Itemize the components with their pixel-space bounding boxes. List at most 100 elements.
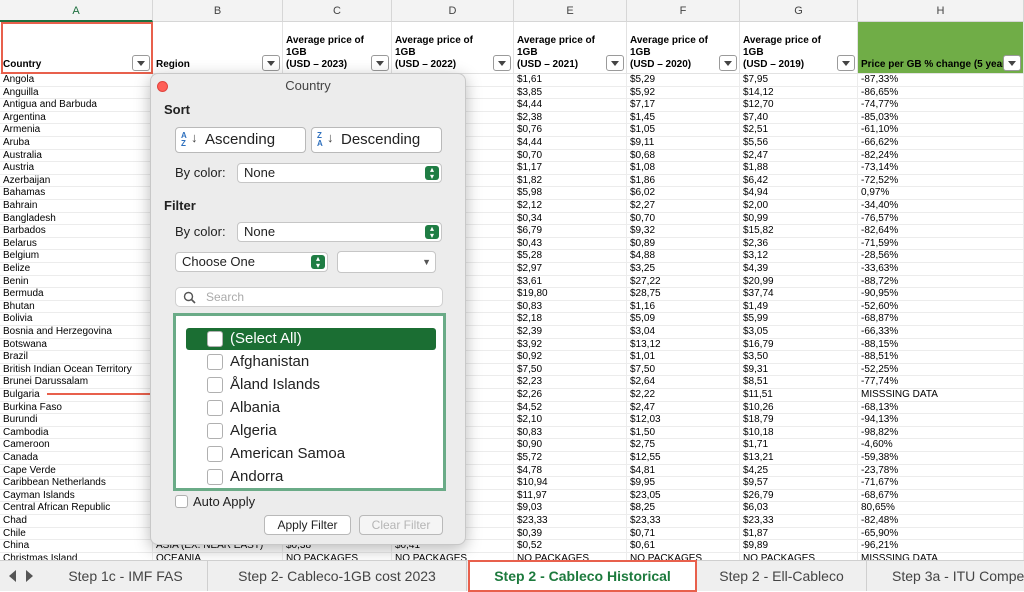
table-cell[interactable]: OCEANIA [153,552,283,560]
table-cell[interactable]: $6,02 [627,187,740,200]
table-cell[interactable]: -88,51% [858,351,1024,364]
table-cell[interactable]: $12,03 [627,414,740,427]
sheet-tab[interactable]: Step 3a - ITU Compe [867,561,1024,591]
column-header-g[interactable]: G [740,0,858,22]
table-cell[interactable]: $1,01 [627,351,740,364]
filter-dropdown-button[interactable] [262,55,280,71]
table-cell[interactable]: -52,60% [858,300,1024,314]
table-cell[interactable]: Bulgaria [0,389,153,402]
table-cell[interactable]: -33,63% [858,263,1024,276]
table-cell[interactable]: $5,92 [627,86,740,100]
header-avg-2019[interactable]: Average price of 1GB (USD – 2019) [740,22,858,74]
table-cell[interactable]: $4,39 [740,263,858,276]
table-cell[interactable]: -68,13% [858,401,1024,415]
table-cell[interactable]: $0,39 [514,527,627,541]
filter-dropdown-button[interactable] [1003,55,1021,71]
column-header-a[interactable]: A [0,0,153,22]
table-cell[interactable]: Australia [0,149,153,163]
table-cell[interactable]: Armenia [0,124,153,137]
table-cell[interactable]: $27,22 [627,275,740,289]
table-cell[interactable]: $2,97 [514,263,627,276]
table-cell[interactable]: $6,42 [740,174,858,188]
table-cell[interactable]: $1,71 [740,439,858,452]
table-cell[interactable]: NO PACKAGES [514,552,627,560]
table-cell[interactable]: $2,47 [627,401,740,415]
table-cell[interactable]: $26,79 [740,489,858,503]
checkbox[interactable] [207,354,223,370]
next-sheet-icon[interactable] [26,570,33,582]
table-cell[interactable]: -72,52% [858,174,1024,188]
table-cell[interactable]: Christmas Island [0,552,153,560]
table-cell[interactable]: Austria [0,162,153,175]
table-cell[interactable]: $1,05 [627,124,740,137]
filter-dropdown-button[interactable] [719,55,737,71]
table-cell[interactable]: $2,27 [627,200,740,213]
header-price-change[interactable]: Price per GB % change (5 years) [858,22,1024,74]
table-cell[interactable]: -68,67% [858,489,1024,503]
table-cell[interactable]: $3,50 [740,351,858,364]
table-cell[interactable]: $9,95 [627,477,740,490]
table-cell[interactable]: Bahamas [0,187,153,200]
table-cell[interactable]: -98,82% [858,426,1024,440]
table-cell[interactable]: $9,31 [740,363,858,377]
table-cell[interactable]: $9,03 [514,502,627,515]
table-cell[interactable]: $2,36 [740,237,858,251]
table-cell[interactable]: Anguilla [0,86,153,100]
clear-filter-button[interactable]: Clear Filter [359,515,443,535]
table-cell[interactable]: Cape Verde [0,464,153,478]
table-cell[interactable]: $0,71 [627,527,740,541]
table-cell[interactable]: Angola [0,74,153,87]
condition-value-combo[interactable]: ▼ [337,251,436,273]
column-header-h[interactable]: H [858,0,1024,22]
table-cell[interactable]: NO PACKAGES [740,552,858,560]
table-cell[interactable]: $14,12 [740,86,858,100]
table-cell[interactable]: $2,23 [514,376,627,389]
table-cell[interactable]: Canada [0,452,153,465]
table-cell[interactable]: $23,33 [514,515,627,528]
table-cell[interactable]: $8,25 [627,502,740,515]
column-header-f[interactable]: F [627,0,740,22]
table-cell[interactable]: $2,75 [627,439,740,452]
table-cell[interactable]: Brunei Darussalam [0,376,153,389]
table-cell[interactable]: $4,52 [514,401,627,415]
list-item[interactable]: American Samoa [186,443,436,465]
table-cell[interactable]: $5,99 [740,313,858,326]
table-cell[interactable]: Belarus [0,237,153,251]
table-cell[interactable]: $0,43 [514,237,627,251]
table-cell[interactable]: $1,16 [627,300,740,314]
table-cell[interactable]: $4,94 [740,187,858,200]
table-cell[interactable]: $0,34 [514,212,627,226]
table-cell[interactable]: $15,82 [740,225,858,238]
checkbox[interactable] [207,469,223,485]
table-cell[interactable]: $2,38 [514,111,627,125]
checkbox[interactable] [207,446,223,462]
sort-color-select[interactable]: None ▴ ▾ [237,163,442,183]
table-cell[interactable]: Central African Republic [0,502,153,515]
table-cell[interactable]: Benin [0,275,153,289]
table-cell[interactable]: -73,14% [858,162,1024,175]
table-cell[interactable]: $1,88 [740,162,858,175]
table-cell[interactable]: $1,86 [627,174,740,188]
filter-popover[interactable]: Country Sort A Z ↓ Ascending Z A ↓ Descendin… [150,73,466,545]
table-cell[interactable]: -88,15% [858,338,1024,352]
table-cell[interactable]: $9,89 [740,540,858,553]
table-cell[interactable]: -34,40% [858,200,1024,213]
table-cell[interactable]: $2,10 [514,414,627,427]
table-cell[interactable]: Chad [0,515,153,528]
search-field[interactable]: Search [175,287,443,307]
table-cell[interactable]: -82,24% [858,149,1024,163]
list-item[interactable]: Afghanistan [186,351,436,373]
apply-filter-button[interactable]: Apply Filter [264,515,351,535]
sort-ascending-button[interactable]: A Z ↓ Ascending [175,127,306,153]
table-cell[interactable]: Bhutan [0,300,153,314]
table-cell[interactable]: $3,04 [627,326,740,339]
table-cell[interactable]: -68,87% [858,313,1024,326]
table-cell[interactable]: $0,52 [514,540,627,553]
table-cell[interactable]: $4,44 [514,137,627,150]
country-value-list[interactable]: (Select All) Afghanistan Åland Islands A… [173,313,446,491]
table-cell[interactable]: Cambodia [0,426,153,440]
table-cell[interactable]: -74,77% [858,99,1024,112]
table-cell[interactable]: $5,29 [627,74,740,87]
table-cell[interactable]: $0,83 [514,426,627,440]
table-cell[interactable]: $1,08 [627,162,740,175]
